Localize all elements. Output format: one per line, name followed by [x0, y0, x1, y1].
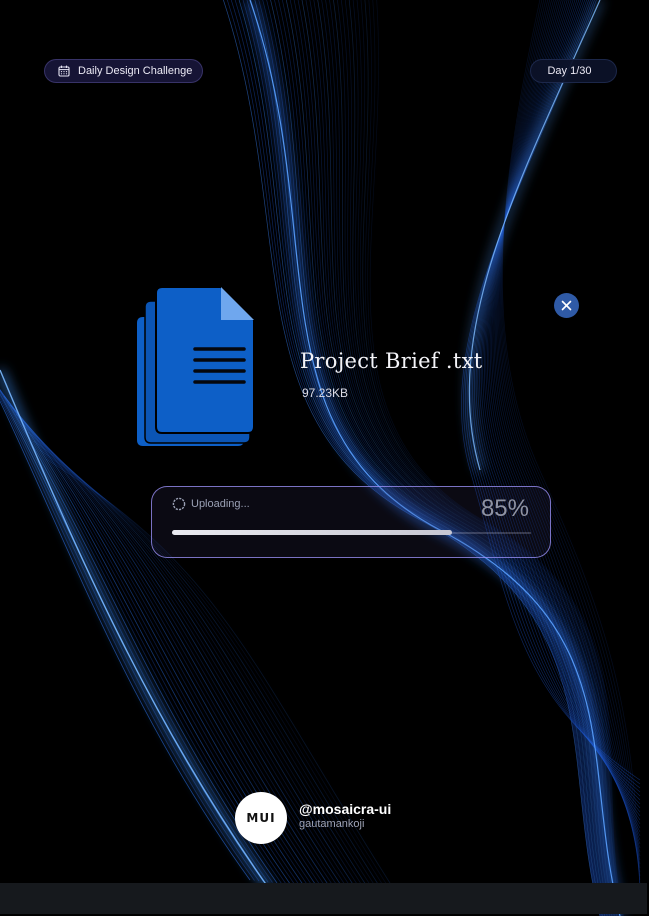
calendar-icon: [58, 65, 70, 77]
file-name: Project Brief .txt: [300, 349, 483, 373]
daily-design-challenge-badge: Daily Design Challenge: [44, 59, 203, 83]
file-size: 97.23KB: [302, 386, 349, 400]
challenge-label: Daily Design Challenge: [78, 65, 193, 77]
loading-spinner-icon: [172, 497, 186, 511]
progress-track: [172, 530, 531, 535]
close-button[interactable]: [554, 293, 579, 318]
progress-fill: [172, 530, 453, 535]
day-counter-badge: Day 1/30: [530, 59, 617, 83]
upload-percent: 85%: [480, 495, 529, 522]
footer-bar: [0, 883, 647, 914]
brand-logo: MUI: [235, 792, 287, 844]
brand-logo-text: MUI: [246, 811, 276, 825]
document-stack-icon: [137, 286, 255, 446]
upload-progress-card: Uploading... 85%: [151, 486, 551, 558]
brand-username: gautamankoji: [299, 818, 365, 830]
upload-status: Uploading...: [191, 498, 250, 510]
day-label: Day 1/30: [547, 65, 592, 77]
wave-background: [0, 0, 641, 916]
brand-handle: @mosaicra-ui: [299, 801, 392, 817]
close-icon: [561, 300, 572, 311]
